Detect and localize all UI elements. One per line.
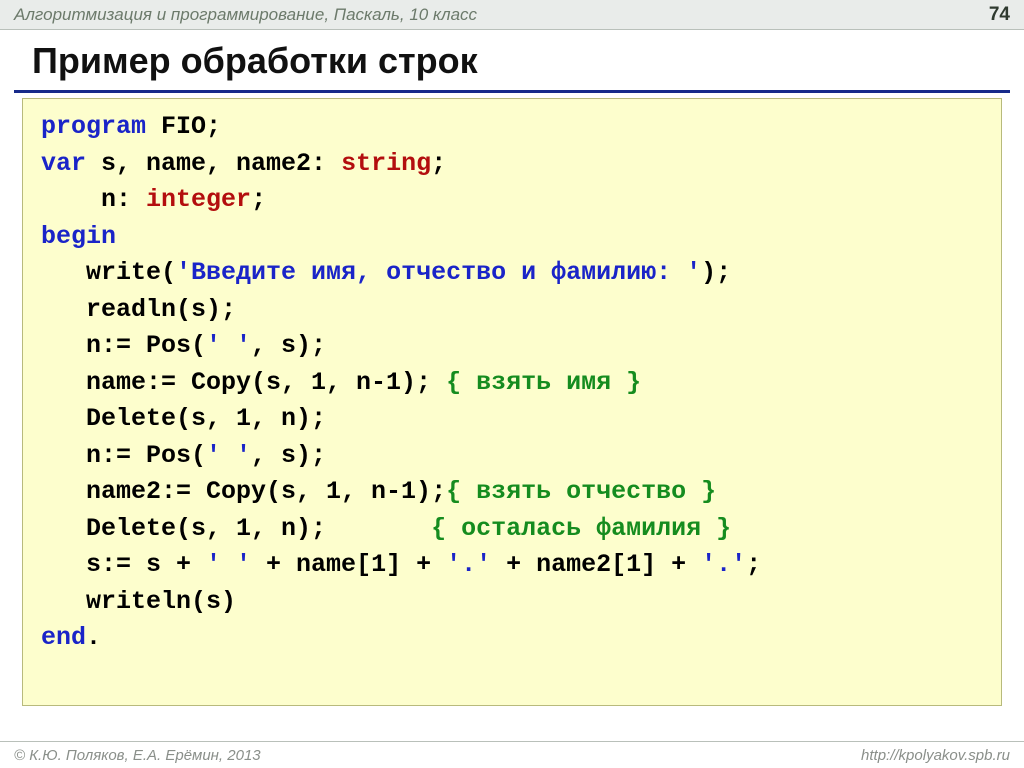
prog-name: FIO;: [146, 112, 221, 141]
slide-title: Пример обработки строк: [32, 40, 478, 82]
l7-cmt: { взять отчество }: [446, 477, 716, 506]
l3-post: , s);: [251, 331, 326, 360]
l6-str: ' ': [206, 441, 251, 470]
l9-s3: '.': [701, 550, 746, 579]
l1-pre: write(: [41, 258, 176, 287]
l7-pre: name2:= Copy(s, 1, n-1);: [41, 477, 446, 506]
l5: Delete(s, 1, n);: [41, 404, 326, 433]
l6-post: , s);: [251, 441, 326, 470]
code-box: program FIO; var s, name, name2: string;…: [22, 98, 1002, 706]
l8-pre: Delete(s, 1, n);: [41, 514, 431, 543]
l8-cmt: { осталась фамилия }: [431, 514, 731, 543]
title-underline: [14, 90, 1010, 93]
l1-post: );: [701, 258, 731, 287]
l2: readln(s);: [41, 295, 236, 324]
end-dot: .: [86, 623, 101, 652]
type-integer: integer: [146, 185, 251, 214]
l6-pre: n:= Pos(: [41, 441, 206, 470]
kw-begin: begin: [41, 222, 116, 251]
slide: Алгоритмизация и программирование, Паска…: [0, 0, 1024, 768]
semi2: ;: [251, 185, 266, 214]
l9-a: s:= s +: [41, 550, 206, 579]
l3-str: ' ': [206, 331, 251, 360]
l10: writeln(s): [41, 587, 236, 616]
l1-str: 'Введите имя, отчество и фамилию: ': [176, 258, 701, 287]
l9-d: ;: [746, 550, 761, 579]
page-number: 74: [989, 4, 1010, 26]
l9-b: + name[1] +: [251, 550, 446, 579]
semi1: ;: [431, 149, 446, 178]
kw-var: var: [41, 149, 86, 178]
l9-c: + name2[1] +: [491, 550, 701, 579]
kw-program: program: [41, 112, 146, 141]
footer-copyright: © К.Ю. Поляков, Е.А. Ерёмин, 2013: [14, 747, 261, 764]
footer-url: http://kpolyakov.spb.ru: [861, 747, 1010, 764]
l9-s1: ' ': [206, 550, 251, 579]
l9-s2: '.': [446, 550, 491, 579]
l4-pre: name:= Copy(s, 1, n-1);: [41, 368, 446, 397]
vars1: s, name, name2:: [86, 149, 341, 178]
l4-cmt: { взять имя }: [446, 368, 641, 397]
footer-bar: © К.Ю. Поляков, Е.А. Ерёмин, 2013 http:/…: [0, 741, 1024, 768]
kw-end: end: [41, 623, 86, 652]
type-string: string: [341, 149, 431, 178]
indent-n: n:: [41, 185, 146, 214]
l3-pre: n:= Pos(: [41, 331, 206, 360]
header-bar: Алгоритмизация и программирование, Паска…: [0, 0, 1024, 30]
course-label: Алгоритмизация и программирование, Паска…: [14, 5, 477, 25]
